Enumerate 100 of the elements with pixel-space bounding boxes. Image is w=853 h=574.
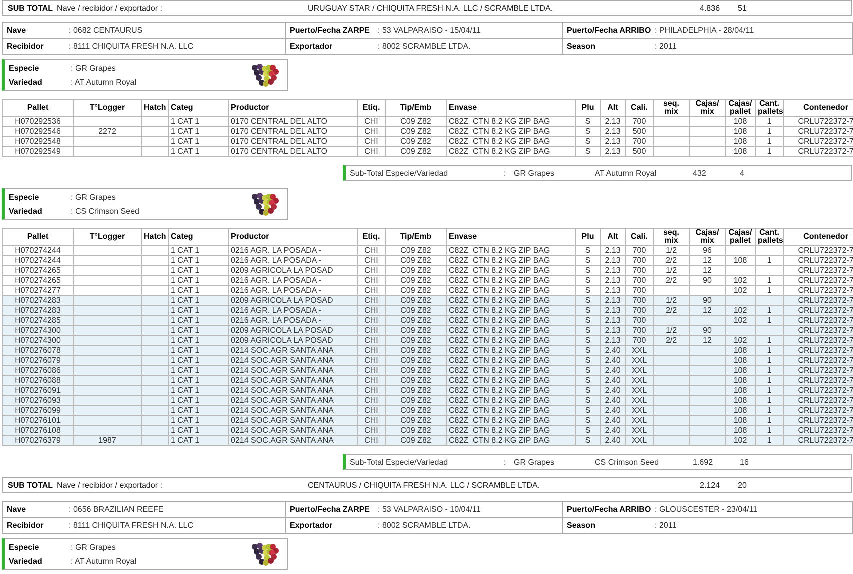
subtotal-label: SUB TOTAL (8, 480, 54, 490)
field-value: : AT Autumn Royal (71, 78, 137, 86)
table-cell: 2.13 (600, 116, 626, 126)
table-cell: CRLU722372-7 (784, 276, 853, 286)
table-cell: 0209 AGRICOLA LA POSAD (228, 266, 358, 276)
subtotal-total: 2.124 (700, 480, 722, 490)
table-cell: CRLU722372-7 (784, 256, 853, 266)
table-cell: CRLU722372-7 (784, 146, 853, 156)
table-cell: 1 (756, 256, 784, 266)
column-header: Plu (576, 228, 600, 246)
field-value: : 8002 SCRAMBLE LTDA. (378, 42, 471, 51)
field-value: : 0682 CENTAURUS (69, 26, 143, 35)
field-label: Exportador (290, 521, 334, 530)
table-cell: 1 CAT 1 (168, 266, 228, 276)
subtotal-variety: CS Crimson Seed (595, 458, 660, 466)
column-header: Productor (228, 228, 358, 246)
table-cell: CHI (358, 266, 386, 276)
column-header: Pallet (2, 100, 74, 116)
table-cell: 1 (756, 276, 784, 286)
table-cell: 1 CAT 1 (168, 146, 228, 156)
column-header: Cali. (626, 228, 654, 246)
field-value: : 2011 (655, 42, 677, 51)
table-cell: C09 Z82 (386, 146, 446, 156)
table-cell: 90 (690, 276, 726, 286)
field-value: : 2011 (655, 521, 677, 530)
table-cell: S (576, 116, 600, 126)
table-cell: H070274265 (2, 276, 74, 286)
table-cell: S (576, 256, 600, 266)
column-header: T°Logger (74, 228, 142, 246)
table-cell: C09 Z82 (386, 136, 446, 146)
table-cell: C09 Z82 (386, 276, 446, 286)
table-cell: C82Z CTN 8.2 KG ZIP BAG (446, 116, 576, 126)
table-cell: 500 (626, 126, 654, 136)
field-label: Especie (9, 192, 40, 202)
field-label: Especie (9, 542, 40, 552)
column-header: Cajas/ pallet (726, 100, 756, 116)
table-cell: 102 (726, 436, 756, 446)
column-header: Alt (600, 228, 626, 246)
table-cell: CHI (358, 246, 386, 256)
table-cell: H070292548 (2, 136, 74, 146)
table-cell: CHI (358, 116, 386, 126)
table-cell: 0170 CENTRAL DEL ALTO (228, 146, 358, 156)
field-value: : 8002 SCRAMBLE LTDA. (378, 521, 471, 530)
table-cell: 0216 AGR. LA POSADA - (228, 246, 358, 256)
table-cell: C09 Z82 (386, 126, 446, 136)
table-cell: 12 (690, 266, 726, 276)
table-cell: H070292549 (2, 146, 74, 156)
field-value: : GR Grapes (71, 192, 116, 202)
table-cell: 2.13 (600, 146, 626, 156)
table-cell: 500 (626, 146, 654, 156)
table-cell: C82Z CTN 8.2 KG ZIP BAG (446, 436, 576, 446)
table-cell: C09 Z82 (386, 116, 446, 126)
table-cell: 1987 (74, 436, 142, 446)
table-cell: 2/2 (654, 256, 690, 266)
table-cell: 96 (690, 246, 726, 256)
field-label: Recibidor (7, 42, 45, 51)
column-header: T°Logger (74, 100, 142, 116)
column-header: Hatch (142, 100, 168, 116)
table-cell: C09 Z82 (386, 436, 446, 446)
field-label: Puerto/Fecha ZARPE (290, 505, 372, 514)
table-cell: 700 (626, 136, 654, 146)
table-cell: CHI (358, 436, 386, 446)
subtotal-species: GR Grapes (514, 458, 556, 466)
subtotal-total: 1.692 (693, 458, 714, 466)
column-header: Cajas/ mix (690, 100, 726, 116)
field-value: : GR Grapes (71, 64, 116, 72)
column-header: Categ (168, 100, 228, 116)
column-header: Tip/Emb (386, 228, 446, 246)
subtotal-colon: : (504, 168, 508, 178)
table-cell: C82Z CTN 8.2 KG ZIP BAG (446, 136, 576, 146)
table-cell: CRLU722372-7 (784, 126, 853, 136)
table-cell: S (576, 276, 600, 286)
field-label: Variedad (9, 556, 44, 566)
table-cell: S (576, 266, 600, 276)
table-cell: 0216 AGR. LA POSADA - (228, 256, 358, 266)
table-cell: 2272 (74, 126, 142, 136)
table-cell: 1 (756, 116, 784, 126)
table-cell: 1 (756, 136, 784, 146)
table-cell: 2.13 (600, 276, 626, 286)
table-cell: CHI (358, 256, 386, 266)
grapes-icon (251, 63, 279, 87)
subtotal-count: 4 (740, 168, 744, 178)
table-cell: CRLU722372-7 (784, 116, 853, 126)
table-cell: C82Z CTN 8.2 KG ZIP BAG (446, 266, 576, 276)
column-header: seq. mix (654, 228, 690, 246)
subtotal-variety: AT Autumn Royal (595, 168, 658, 178)
table-cell: 0170 CENTRAL DEL ALTO (228, 116, 358, 126)
field-value: : GR Grapes (71, 542, 116, 552)
table-cell: C09 Z82 (386, 246, 446, 256)
table-cell: 700 (626, 256, 654, 266)
field-value: : 8111 CHIQUITA FRESH N.A. LLC (69, 521, 194, 530)
table-cell: 2.13 (600, 266, 626, 276)
table-cell: 1 (756, 126, 784, 136)
grapes-icon (251, 542, 279, 566)
subtotal-value: CENTAURUS / CHIQUITA FRESH N.A. LLC / SCRAMBLE LTDA. (308, 480, 542, 490)
table-cell: C09 Z82 (386, 256, 446, 266)
table-cell: CRLU722372-7 (784, 266, 853, 276)
subtotal-count: 20 (738, 480, 747, 490)
table-cell: 2.13 (600, 126, 626, 136)
table-cell: 0170 CENTRAL DEL ALTO (228, 136, 358, 146)
